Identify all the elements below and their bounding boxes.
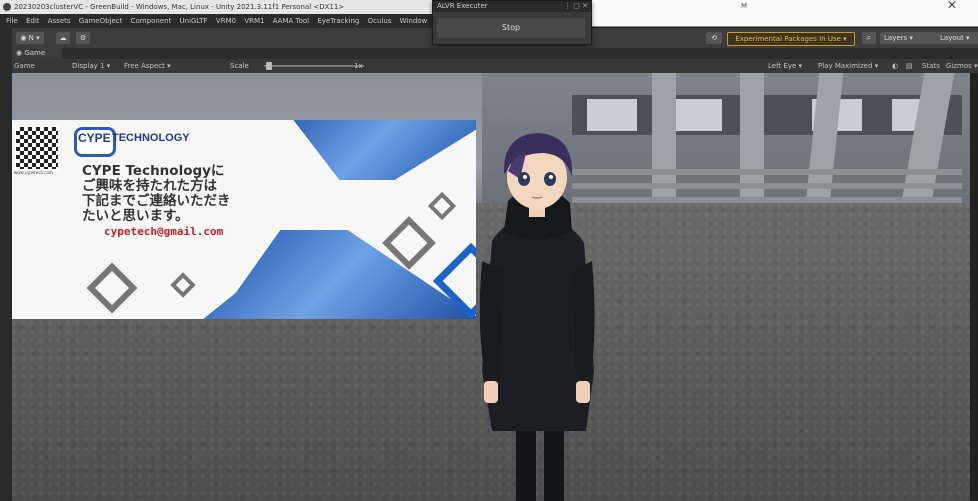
scale-slider[interactable] xyxy=(264,65,364,67)
tab-game[interactable]: ◉ Game xyxy=(12,48,62,59)
building-step xyxy=(572,183,962,189)
game-view-toolbar: Game Display 1 ▾ Free Aspect ▾ Scale 1x … xyxy=(12,59,978,73)
scale-slider-handle[interactable] xyxy=(266,62,272,70)
qr-caption: www.cypetech.com xyxy=(14,170,53,175)
right-panel-edge xyxy=(970,73,978,501)
stop-button[interactable]: Stop xyxy=(437,18,585,38)
avatar-character xyxy=(479,133,595,501)
building-window xyxy=(587,99,637,131)
experimental-packages-button[interactable]: Experimental Packages In Use ▾ xyxy=(727,32,855,46)
layout-dropdown[interactable]: Layout ▾ xyxy=(936,32,978,44)
tab-bar: ◉ Game xyxy=(12,48,978,59)
window-title: 20230203clusterVC - GreenBuild - Windows… xyxy=(14,3,345,11)
alvr-executer-window: ALVR Executer ⋮ ▢ ✕ Stop xyxy=(432,0,592,45)
building-pillar xyxy=(652,73,676,213)
menu-assets[interactable]: Assets xyxy=(48,17,71,25)
alvr-titlebar[interactable]: ALVR Executer ⋮ ▢ ✕ xyxy=(433,1,591,12)
building-window xyxy=(672,99,722,131)
menu-component[interactable]: Component xyxy=(131,17,172,25)
menu-vrm1[interactable]: VRM1 xyxy=(244,17,264,25)
banner-line: 下記までご連絡いただき xyxy=(82,193,231,209)
banner-line: ご興味を持たれた方は xyxy=(82,178,217,194)
aspect-dropdown[interactable]: Free Aspect ▾ xyxy=(124,59,171,73)
mute-audio-icon[interactable]: ◐ xyxy=(892,59,898,73)
gear-icon[interactable]: ⚙ xyxy=(76,32,90,44)
menu-gameobject[interactable]: GameObject xyxy=(79,17,123,25)
external-window-text: M xyxy=(741,2,748,10)
close-icon[interactable]: ✕ xyxy=(947,0,957,12)
play-mode-dropdown[interactable]: Play Maximized ▾ xyxy=(818,59,878,73)
vsync-icon[interactable]: ▤ xyxy=(906,59,913,73)
unity-logo-icon xyxy=(3,3,11,11)
menu-file[interactable]: File xyxy=(6,17,18,25)
building-pillar xyxy=(740,73,764,213)
scale-label: Scale xyxy=(230,62,249,70)
company-banner: www.cypetech.com CYPE TECHNOLOGY CYPE Te… xyxy=(12,120,476,319)
alvr-title: ALVR Executer xyxy=(437,2,488,10)
logo-prefix: CYPE xyxy=(78,131,111,145)
menu-window[interactable]: Window xyxy=(400,17,428,25)
display-dropdown[interactable]: Display 1 ▾ xyxy=(72,59,110,73)
eye-dropdown[interactable]: Left Eye ▾ xyxy=(768,59,802,73)
logo-text: TECHNOLOGY xyxy=(112,132,190,144)
account-button[interactable]: ◉ N ▾ xyxy=(16,32,44,44)
layers-dropdown[interactable]: Layers ▾ xyxy=(880,32,936,44)
cloud-icon[interactable]: ☁ xyxy=(56,32,70,44)
gizmos-dropdown[interactable]: Gizmos ▾ xyxy=(946,59,978,73)
qr-code xyxy=(14,125,60,171)
menu-vrm0[interactable]: VRM0 xyxy=(216,17,236,25)
banner-message: CYPE Technologyに ご興味を持たれた方は 下記までご連絡いただき … xyxy=(82,164,292,224)
contact-email: cypetech@gmail.com xyxy=(104,225,224,238)
banner-line: たいと思います。 xyxy=(82,208,189,224)
view-mode-dropdown[interactable]: Game xyxy=(14,59,35,73)
external-window[interactable]: M ✕ xyxy=(590,0,978,27)
window-controls-icon[interactable]: ⋮ ▢ ✕ xyxy=(564,1,588,12)
menu-oculus[interactable]: Oculus xyxy=(368,17,392,25)
diamond-decoration xyxy=(427,191,457,221)
stats-toggle[interactable]: Stats xyxy=(922,59,940,73)
menu-eyetracking[interactable]: EyeTracking xyxy=(317,17,359,25)
diamond-decoration xyxy=(86,262,138,314)
scale-value: 1x xyxy=(354,62,363,70)
menu-unigltf[interactable]: UniGLTF xyxy=(180,17,208,25)
diamond-decoration xyxy=(170,272,196,298)
menu-edit[interactable]: Edit xyxy=(26,17,40,25)
search-icon[interactable]: ⌕ xyxy=(862,32,876,44)
banner-line: CYPE Technologyに xyxy=(82,163,225,179)
game-viewport[interactable]: www.cypetech.com CYPE TECHNOLOGY CYPE Te… xyxy=(12,73,970,501)
menu-aama-tool[interactable]: AAMA Tool xyxy=(273,17,309,25)
building-step xyxy=(572,169,962,175)
history-icon[interactable]: ⟲ xyxy=(706,32,722,44)
left-panel-edge xyxy=(0,28,12,501)
